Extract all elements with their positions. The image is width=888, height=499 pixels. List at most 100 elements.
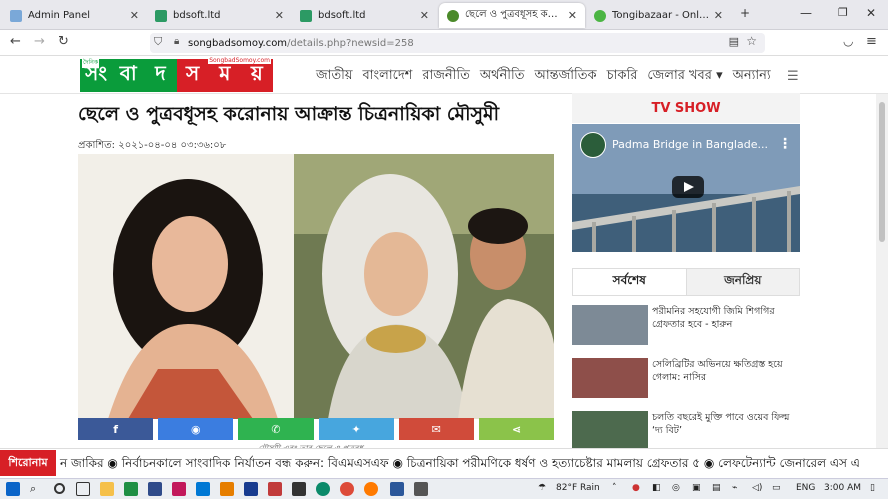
menu-item-others[interactable]: অন্যান্য	[733, 66, 771, 87]
menu-item-international[interactable]: আন্তর্জাতিক	[535, 66, 597, 87]
tray-app-icon[interactable]: ◎	[672, 483, 680, 493]
app-icon[interactable]	[268, 482, 282, 496]
tab-title: Admin Panel	[28, 10, 91, 21]
site-favicon-icon	[447, 9, 459, 22]
weather-icon[interactable]: ☂	[538, 483, 546, 493]
web-page: সং বা দ স ম য় দৈনিক SongbadSomoy.com জা…	[0, 56, 888, 454]
ticker-label: শিরোনাম	[0, 450, 56, 476]
address-bar[interactable]: ⛉ 🔒︎ songbadsomoy.com/details.php?newsid…	[150, 33, 765, 53]
main-menu: জাতীয় বাংলাদেশ রাজনীতি অর্থনীতি আন্তর্জ…	[316, 66, 781, 87]
facebook-share-button[interactable]: f	[78, 418, 154, 440]
sharethis-share-button[interactable]: ⋖	[478, 418, 555, 440]
menu-item-jobs[interactable]: চাকরি	[607, 66, 638, 87]
app-icon[interactable]	[414, 482, 428, 496]
restore-icon[interactable]: ❐	[838, 6, 848, 19]
youtube-video-embed[interactable]: Padma Bridge in Banglade... ⋮	[572, 124, 800, 252]
tab-title: bdsoft.ltd	[318, 10, 366, 21]
app-icon[interactable]	[148, 482, 162, 496]
language-indicator[interactable]: ENG	[796, 483, 815, 493]
hamburger-menu-icon[interactable]: ☰	[787, 69, 799, 84]
site-logo[interactable]: সং বা দ স ম য় দৈনিক SongbadSomoy.com	[80, 57, 274, 92]
menu-item-politics[interactable]: রাজনীতি	[422, 66, 470, 87]
tray-app-icon[interactable]: ▤	[712, 483, 721, 493]
chrome-icon[interactable]	[340, 482, 354, 496]
clock[interactable]: 3:00 AM	[824, 483, 861, 493]
weather-text[interactable]: 82°F Rain	[556, 483, 600, 493]
menu-item-districts[interactable]: জেলার খবর ▾	[647, 66, 722, 87]
menu-item-national[interactable]: জাতীয়	[316, 66, 353, 87]
browser-tab-bdsoft-1[interactable]: bdsoft.ltd ✕	[147, 3, 292, 28]
browser-tab-article[interactable]: ছেলে ও পুত্রবধূসহ করোনায় আক্রান্ত চিত্র…	[439, 3, 585, 28]
file-explorer-icon[interactable]	[100, 482, 114, 496]
tab-popular[interactable]: জনপ্রিয়	[686, 269, 799, 295]
menu-item-bangladesh[interactable]: বাংলাদেশ	[363, 66, 413, 87]
tv-show-heading: TV SHOW	[572, 93, 800, 123]
reload-icon[interactable]: ↻	[58, 34, 69, 49]
logo-tagline: SongbadSomoy.com	[208, 57, 271, 64]
back-arrow-icon[interactable]: ←	[10, 34, 21, 49]
whatsapp-share-button[interactable]: ✆	[238, 418, 314, 440]
close-tab-icon[interactable]: ✕	[275, 9, 284, 22]
ticker-text[interactable]: ন জাকির ◉ নির্বাচনকালে সাংবাদিক নির্যাতন…	[60, 455, 860, 475]
notifications-icon[interactable]: ▯	[870, 483, 875, 493]
minimize-icon[interactable]: —	[800, 6, 812, 20]
more-options-icon[interactable]: ⋮	[778, 136, 792, 152]
tray-app-icon[interactable]: ▣	[692, 483, 701, 493]
new-tab-button[interactable]: +	[740, 6, 750, 20]
illustrator-icon[interactable]	[220, 482, 234, 496]
channel-avatar-icon[interactable]	[580, 132, 606, 158]
battery-icon[interactable]: ▭	[772, 483, 781, 493]
tab-latest[interactable]: সর্বশেষ	[573, 269, 687, 295]
edge-icon[interactable]	[316, 482, 330, 496]
email-share-button[interactable]: ✉	[398, 418, 474, 440]
app-icon[interactable]	[172, 482, 186, 496]
menu-icon[interactable]: ≡	[866, 34, 877, 49]
logo-letter: দ	[144, 59, 177, 92]
news-item-title[interactable]: পরীমনির সহযোগী জিমি শিগগির গ্রেফতার হবে …	[652, 305, 800, 349]
browser-navigation-bar: ← → ↻ ⛉ 🔒︎ songbadsomoy.com/details.php?…	[0, 30, 888, 56]
logo-letter: বা	[112, 59, 145, 92]
word-icon[interactable]	[390, 482, 404, 496]
search-icon[interactable]: ⌕	[30, 482, 44, 496]
menu-item-economy[interactable]: অর্থনীতি	[480, 66, 525, 87]
cortana-icon[interactable]	[54, 483, 65, 494]
tray-app-icon[interactable]: ●	[632, 483, 640, 493]
browser-tab-bdsoft-2[interactable]: bdsoft.ltd ✕	[292, 3, 437, 28]
browser-tab-admin-panel[interactable]: Admin Panel ✕	[2, 3, 147, 28]
app-icon[interactable]	[292, 482, 306, 496]
twitter-share-button[interactable]: ✦	[318, 418, 394, 440]
excel-icon[interactable]	[124, 482, 138, 496]
scrollbar-thumb[interactable]	[879, 102, 885, 242]
bookmark-star-icon[interactable]: ☆	[746, 34, 757, 48]
news-thumbnail	[572, 358, 648, 398]
tray-app-icon[interactable]: ◧	[652, 483, 661, 493]
shield-favicon-icon	[300, 9, 312, 22]
close-tab-icon[interactable]: ✕	[420, 9, 429, 22]
news-item-title[interactable]: সেলিব্রিটির অভিনয়ে ক্ষতিগ্রস্ত হয়ে গেল…	[652, 358, 800, 402]
news-item[interactable]: পরীমনির সহযোগী জিমি শিগগির গ্রেফতার হবে …	[572, 305, 800, 349]
reader-view-icon[interactable]: ▤	[729, 35, 739, 48]
pocket-icon[interactable]: ◡	[843, 34, 853, 48]
lock-icon: 🔒︎	[174, 36, 180, 47]
vscode-icon[interactable]	[196, 482, 210, 496]
windows-start-icon[interactable]	[6, 482, 20, 496]
browser-tab-tongibazaar[interactable]: Tongibazaar - Online Grocery S ✕	[586, 3, 731, 28]
close-tab-icon[interactable]: ✕	[714, 9, 723, 22]
video-title[interactable]: Padma Bridge in Banglade...	[612, 138, 768, 151]
chevron-up-icon[interactable]: ˄	[612, 483, 617, 493]
headline-ticker: শিরোনাম ন জাকির ◉ নির্বাচনকালে সাংবাদিক …	[0, 448, 888, 477]
admin-favicon-icon	[10, 9, 22, 22]
play-button-icon[interactable]	[672, 176, 704, 198]
volume-icon[interactable]: ◁)	[752, 483, 762, 493]
page-scrollbar[interactable]	[876, 94, 888, 454]
close-tab-icon[interactable]: ✕	[568, 9, 577, 22]
photoshop-icon[interactable]	[244, 482, 258, 496]
close-window-icon[interactable]: ✕	[866, 6, 876, 20]
task-view-icon[interactable]	[76, 482, 90, 496]
network-icon[interactable]: ⌁	[732, 483, 737, 493]
messenger-share-button[interactable]: ◉	[158, 418, 234, 440]
firefox-icon[interactable]	[364, 482, 378, 496]
news-item[interactable]: সেলিব্রিটির অভিনয়ে ক্ষতিগ্রস্ত হয়ে গেল…	[572, 358, 800, 402]
forward-arrow-icon[interactable]: →	[34, 34, 45, 49]
close-tab-icon[interactable]: ✕	[130, 9, 139, 22]
